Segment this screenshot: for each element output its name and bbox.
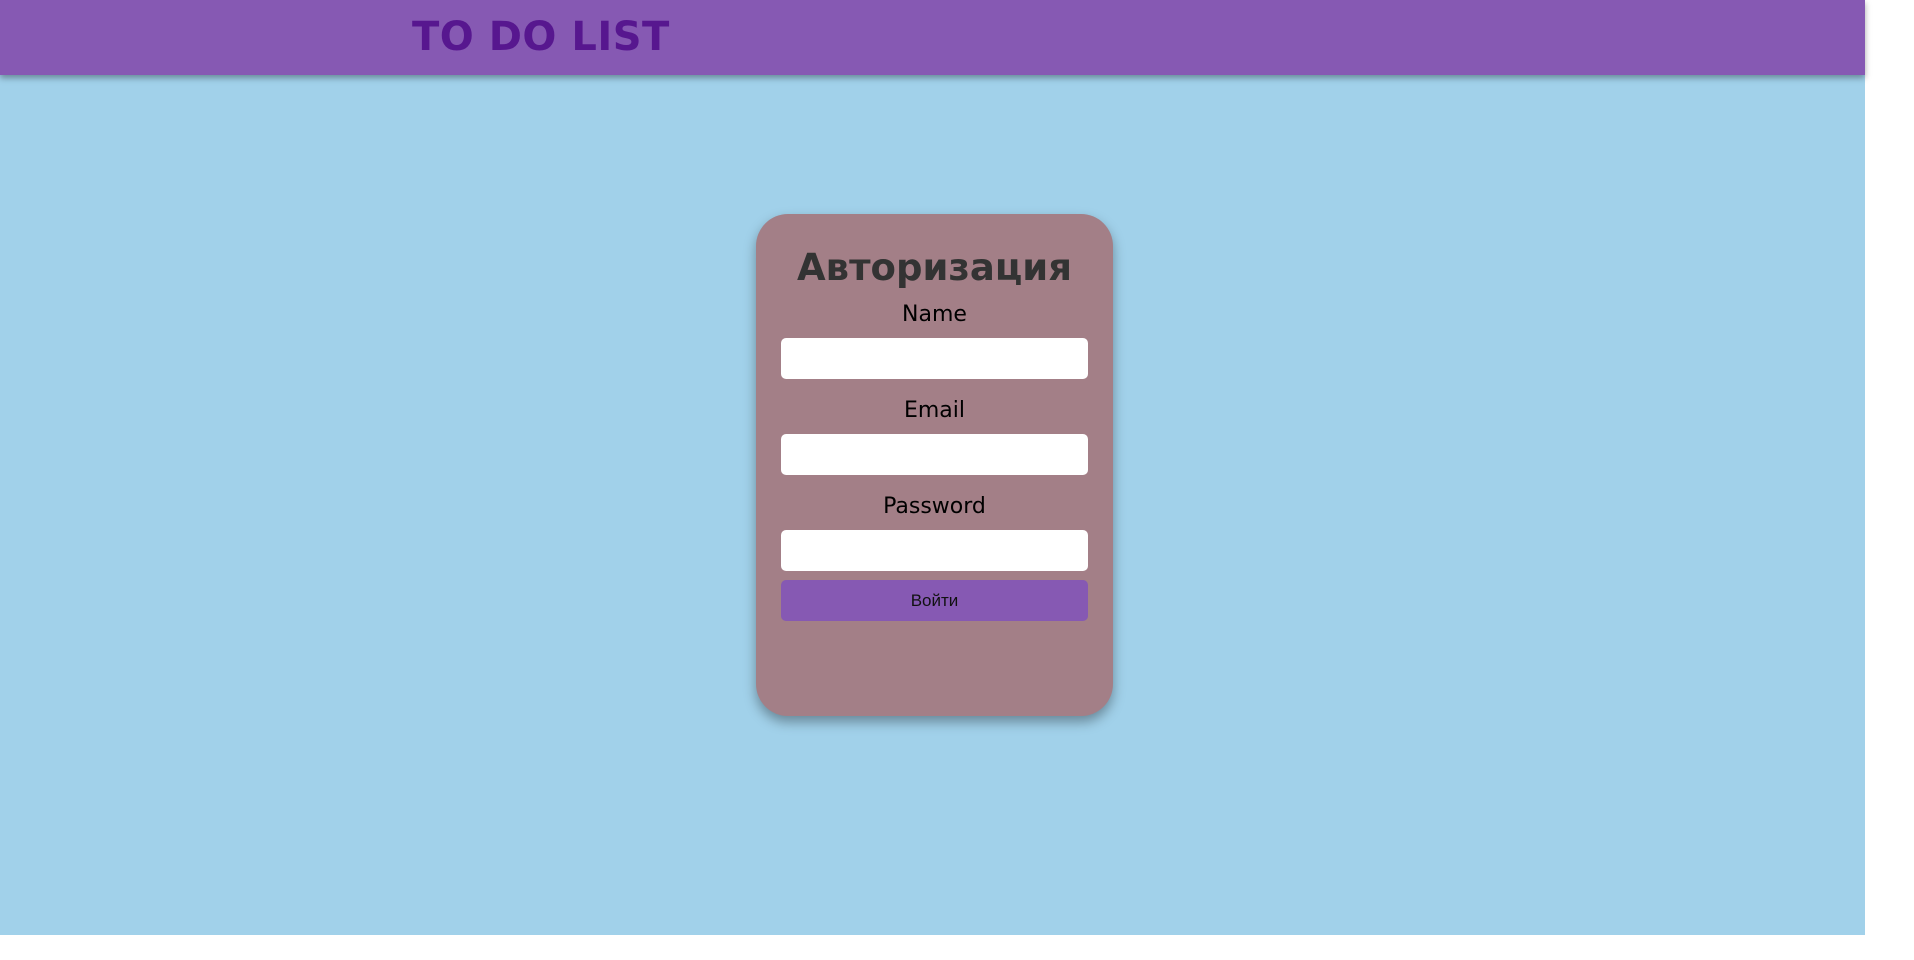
login-card: Авторизация Name Email Password Войти bbox=[756, 214, 1113, 716]
password-input[interactable] bbox=[781, 530, 1088, 571]
top-header-bar: TO DO LIST bbox=[0, 0, 1865, 75]
app-background: TO DO LIST Авторизация Name Email Passwo… bbox=[0, 0, 1865, 935]
login-title: Авторизация bbox=[797, 246, 1072, 289]
login-submit-button[interactable]: Войти bbox=[781, 580, 1088, 621]
password-label: Password bbox=[883, 494, 986, 519]
name-input[interactable] bbox=[781, 338, 1088, 379]
email-input[interactable] bbox=[781, 434, 1088, 475]
name-label: Name bbox=[902, 302, 967, 327]
app-title: TO DO LIST bbox=[412, 14, 670, 60]
email-label: Email bbox=[903, 398, 966, 423]
